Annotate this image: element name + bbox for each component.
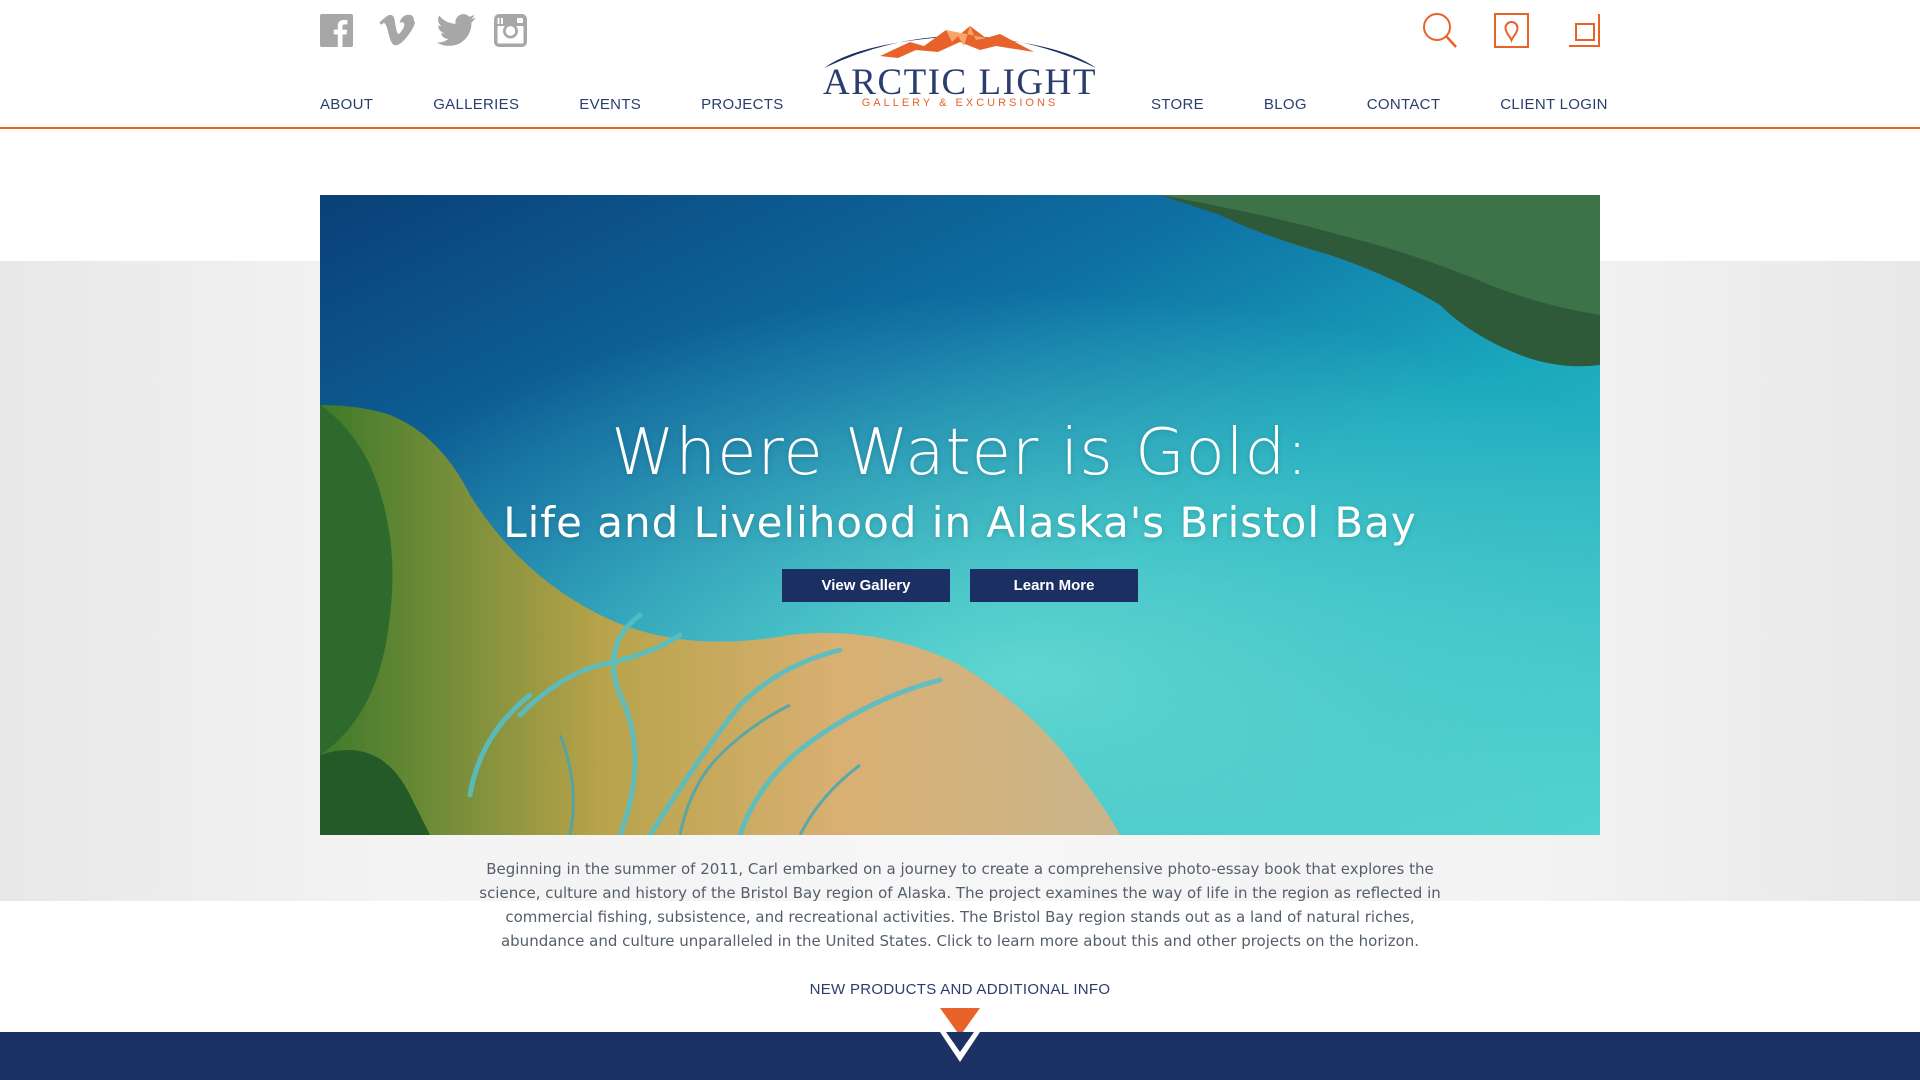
main-nav-right: STORE BLOG CONTACT CLIENT LOGIN	[1151, 92, 1608, 116]
nav-blog[interactable]: BLOG	[1264, 96, 1307, 113]
view-gallery-button[interactable]: View Gallery	[782, 569, 950, 602]
brand-tagline: GALLERY & EXCURSIONS	[861, 97, 1059, 109]
nav-client-login[interactable]: CLIENT LOGIN	[1500, 96, 1608, 113]
hero-actions: View Gallery Learn More	[782, 569, 1138, 602]
twitter-icon[interactable]	[436, 14, 476, 47]
facebook-icon[interactable]	[320, 14, 353, 47]
new-products-link[interactable]: NEW PRODUCTS AND ADDITIONAL INFO	[0, 981, 1920, 998]
instagram-icon[interactable]	[494, 14, 527, 47]
hero-subtitle: Life and Livelihood in Alaska's Bristol …	[503, 498, 1417, 547]
nav-projects[interactable]: PROJECTS	[701, 96, 783, 113]
hero-banner: Where Water is Gold: Life and Livelihood…	[320, 195, 1600, 835]
nav-events[interactable]: EVENTS	[579, 96, 641, 113]
scroll-down-arrow-icon[interactable]	[938, 1008, 982, 1064]
main-nav-left: ABOUT GALLERIES EVENTS PROJECTS	[320, 92, 844, 116]
nav-store[interactable]: STORE	[1151, 96, 1204, 113]
nav-galleries[interactable]: GALLERIES	[433, 96, 519, 113]
project-description: Beginning in the summer of 2011, Carl em…	[479, 860, 1441, 950]
brand-name: ARCTIC LIGHT	[823, 62, 1097, 103]
header-divider	[0, 127, 1920, 129]
cart-icon[interactable]	[1566, 12, 1602, 50]
nav-about[interactable]: ABOUT	[320, 96, 373, 113]
nav-contact[interactable]: CONTACT	[1367, 96, 1440, 113]
learn-more-button[interactable]: Learn More	[970, 569, 1138, 602]
social-links	[320, 14, 527, 47]
utility-icons	[1422, 12, 1602, 50]
hero-title: Where Water is Gold:	[611, 416, 1309, 490]
site-header: ABOUT GALLERIES EVENTS PROJECTS ARCTIC L…	[0, 0, 1920, 129]
site-logo[interactable]: ARCTIC LIGHT GALLERY & EXCURSIONS	[820, 12, 1100, 116]
map-pin-icon[interactable]	[1494, 12, 1530, 50]
vimeo-icon[interactable]	[378, 14, 415, 47]
search-icon[interactable]	[1422, 12, 1458, 50]
